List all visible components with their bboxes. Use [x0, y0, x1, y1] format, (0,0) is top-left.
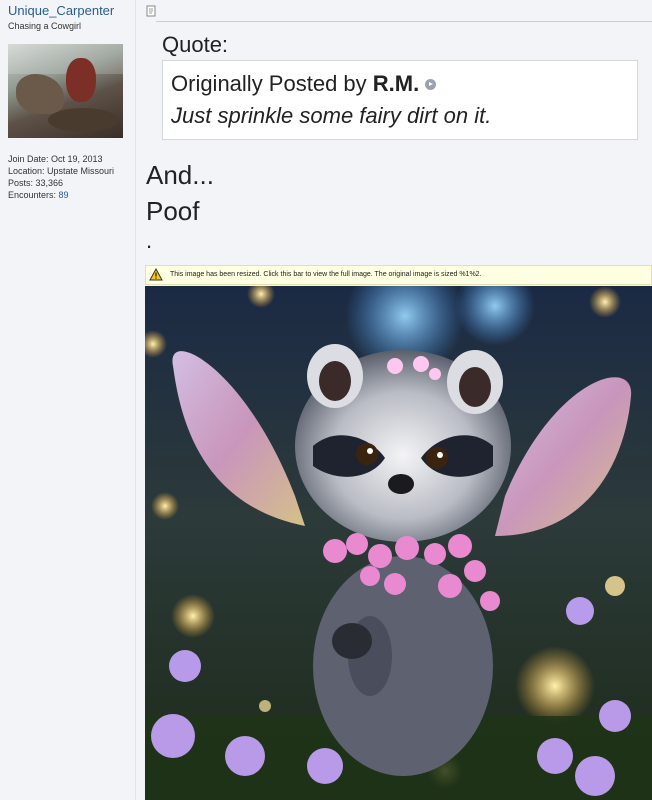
post-icon	[146, 5, 156, 17]
post-line-2: Poof	[146, 196, 200, 226]
quote-box: Originally Posted by R.M. Just sprinkle …	[162, 60, 638, 140]
post-line-1: And...	[146, 160, 214, 190]
post-count: Posts: 33,366	[8, 178, 64, 188]
quote-text: Just sprinkle some fairy dirt on it.	[171, 103, 492, 128]
user-sidebar: Unique_Carpenter Chasing a Cowgirl Join …	[0, 0, 136, 800]
warning-icon	[149, 268, 163, 281]
location: Location: Upstate Missouri	[8, 166, 115, 176]
post-line-3: .	[146, 228, 153, 253]
quote-label: Quote:	[162, 32, 229, 57]
post-divider	[156, 21, 652, 22]
image-resize-notice[interactable]: This image has been resized. Click this …	[145, 265, 652, 285]
encounters-link[interactable]: 89	[59, 190, 69, 200]
avatar[interactable]	[8, 44, 123, 138]
view-post-icon[interactable]	[425, 78, 437, 90]
quote-attribution: Originally Posted by R.M.	[171, 71, 437, 97]
encounters: Encounters: 89	[8, 189, 118, 201]
quote-author: R.M.	[372, 71, 420, 96]
quote-prefix: Originally Posted by	[171, 71, 367, 96]
username-link[interactable]: Unique_Carpenter	[8, 3, 114, 18]
fairy-raccoon-image[interactable]	[145, 286, 652, 800]
user-title: Chasing a Cowgirl	[8, 21, 82, 31]
resize-notice-text: This image has been resized. Click this …	[170, 271, 482, 278]
join-date: Join Date: Oct 19, 2013	[8, 154, 103, 164]
post-body: Quote: Originally Posted by R.M. Just sp…	[136, 0, 652, 800]
encounters-label: Encounters:	[8, 190, 57, 200]
user-stats: Join Date: Oct 19, 2013 Location: Upstat…	[8, 153, 118, 201]
